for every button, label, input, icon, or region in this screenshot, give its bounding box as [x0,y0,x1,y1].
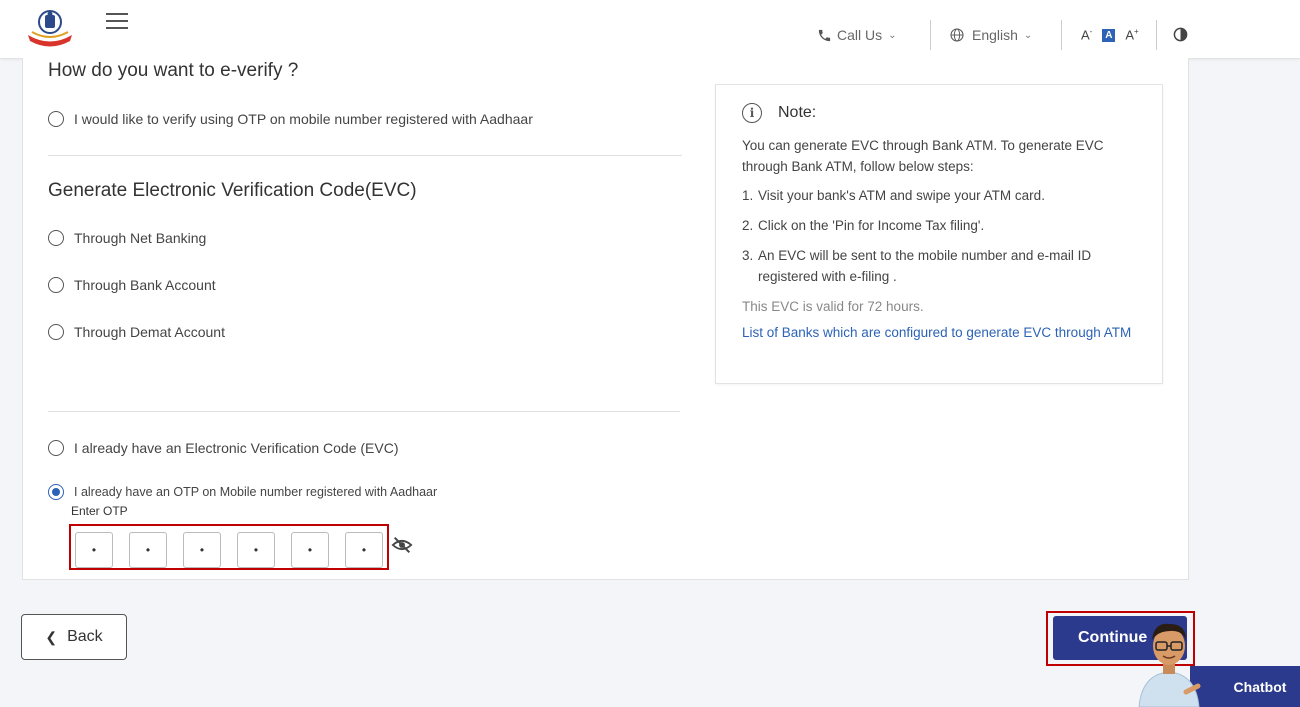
globe-icon [950,28,964,42]
note-panel: i Note: You can generate EVC through Ban… [715,84,1163,384]
radio-option-have-otp[interactable]: I already have an OTP on Mobile number r… [48,484,437,500]
note-step: 1. Visit your bank's ATM and swipe your A… [742,185,1142,206]
radio-label: Through Demat Account [74,324,225,340]
step-text: Visit your bank's ATM and swipe your ATM… [758,188,1045,203]
radio-button[interactable] [48,230,64,246]
chevron-left-icon: ❮ [45,628,58,645]
header-divider [930,20,931,50]
otp-digit-input[interactable]: • [345,532,383,568]
section-title: Generate Electronic Verification Code(EV… [48,180,417,201]
radio-button[interactable] [48,440,64,456]
note-intro: You can generate EVC through Bank ATM. T… [742,138,1104,174]
radio-option-aadhaar-otp[interactable]: I would like to verify using OTP on mobi… [48,111,533,127]
font-size-controls: A- A A+ [1081,24,1139,46]
otp-input-group: • • • • • • [69,524,389,570]
back-button[interactable]: ❮ Back [21,614,127,660]
e-verify-card: How do you want to e-verify ? I would li… [22,58,1189,580]
radio-button-selected[interactable] [48,484,64,500]
chevron-down-icon: ⌄ [1023,29,1033,41]
language-dropdown[interactable]: English ⌄ [949,24,1032,46]
font-decrease-button[interactable]: A- [1081,27,1092,42]
note-header: i Note: [742,103,816,123]
radio-label: Through Bank Account [74,277,216,293]
menu-hamburger-icon[interactable] [106,13,128,31]
radio-label: Through Net Banking [74,230,207,246]
otp-digit-input[interactable]: • [129,532,167,568]
phone-icon [818,29,831,41]
contrast-toggle-icon[interactable] [1173,27,1188,42]
step-text: Click on the 'Pin for Income Tax filing'… [758,218,985,233]
note-step: 3. An EVC will be sent to the mobile numb… [742,245,1142,287]
font-normal-button[interactable]: A [1102,28,1116,42]
note-title: Note: [778,104,817,121]
radio-button[interactable] [48,277,64,293]
radio-option-bank-account[interactable]: Through Bank Account [48,277,216,293]
header-divider [1061,20,1062,50]
otp-digit-input[interactable]: • [237,532,275,568]
radio-option-net-banking[interactable]: Through Net Banking [48,230,206,246]
chatbot-button[interactable]: Chatbot [1190,666,1300,707]
radio-option-demat-account[interactable]: Through Demat Account [48,324,225,340]
call-us-label: Call Us [837,27,883,43]
language-label: English [972,27,1018,43]
banks-list-link[interactable]: List of Banks which are configured to ge… [742,322,1142,343]
step-text: An EVC will be sent to the mobile number… [758,248,1092,284]
info-icon: i [742,103,762,123]
otp-digit-input[interactable]: • [291,532,329,568]
step-number: 2. [742,218,754,233]
chatbot-label: Chatbot [1233,678,1287,695]
emblem-logo-icon[interactable] [26,8,74,48]
radio-button[interactable] [48,324,64,340]
otp-digit-input[interactable]: • [183,532,221,568]
page-title: How do you want to e-verify ? [48,60,299,81]
otp-digit-input[interactable]: • [75,532,113,568]
back-label: Back [67,628,103,645]
note-step: 2. Click on the 'Pin for Income Tax filin… [742,215,1142,236]
eye-off-icon[interactable] [391,534,413,556]
radio-button[interactable] [48,111,64,127]
step-number: 3. [742,248,754,263]
top-header: Call Us ⌄ English ⌄ A- A A+ [0,0,1300,59]
enter-otp-label: Enter OTP [71,504,128,518]
chatbot-avatar-icon[interactable] [1134,612,1204,707]
radio-option-have-evc[interactable]: I already have an Electronic Verificatio… [48,440,399,456]
section-divider [48,155,682,156]
header-divider [1156,20,1157,50]
section-divider [48,411,680,412]
radio-label: I already have an Electronic Verificatio… [74,440,399,456]
radio-label: I already have an OTP on Mobile number r… [74,485,438,499]
call-us-dropdown[interactable]: Call Us ⌄ [817,24,897,46]
font-increase-button[interactable]: A+ [1125,27,1138,42]
evc-validity-text: This EVC is valid for 72 hours. [742,299,924,314]
chevron-down-icon: ⌄ [888,29,897,41]
step-number: 1. [742,188,754,203]
radio-label: I would like to verify using OTP on mobi… [74,111,533,127]
